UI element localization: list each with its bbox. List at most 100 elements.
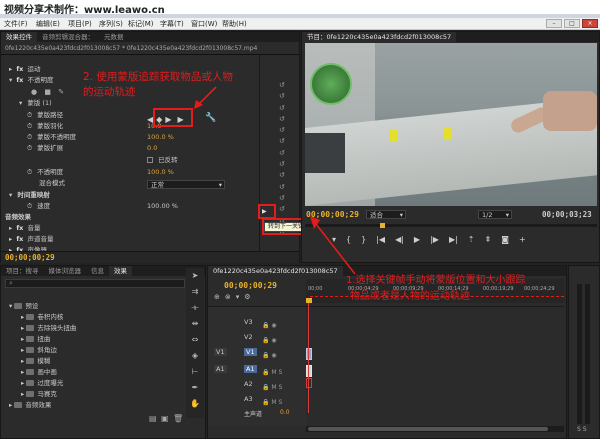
menu-project[interactable]: 项目(P)	[68, 19, 92, 29]
row-opacity-value[interactable]: ⏱ 不透明度	[27, 168, 63, 177]
stopwatch-icon[interactable]: ⏱	[27, 122, 32, 130]
stopwatch-icon[interactable]: ⏱	[27, 202, 32, 210]
tab-audio-clip-mixer[interactable]: 音频剪辑混合器：	[37, 32, 99, 42]
snap-icon[interactable]: ⊕	[214, 293, 220, 301]
reset-icon[interactable]: ↺	[279, 103, 289, 114]
minimize-button[interactable]: –	[546, 19, 562, 28]
tab-program[interactable]: 节目：0fe1220c435e0a423fdcd2f013008c57	[302, 32, 457, 42]
menu-sequence[interactable]: 序列(S)	[99, 19, 123, 29]
row-channel-volume[interactable]: ▸ fx 声道音量	[9, 235, 53, 244]
audio-clip[interactable]	[306, 365, 312, 377]
value-mask-opacity[interactable]: 100.0 %	[147, 133, 174, 142]
stopwatch-icon[interactable]: ⏱	[27, 111, 32, 119]
lock-eye-icons[interactable]: 🔒 ◉	[262, 318, 277, 333]
reset-icon[interactable]: ↺	[279, 159, 289, 170]
tab-effects[interactable]: 效果	[109, 266, 132, 276]
linked-selection-icon[interactable]: ⊗	[225, 293, 231, 301]
row-speed[interactable]: ⏱ 速度	[27, 202, 50, 211]
hand-tool-icon[interactable]: ✋	[189, 398, 201, 410]
fit-select[interactable]: 适合 ▾	[366, 210, 406, 219]
row-mask[interactable]: ▾ 蒙版 (1)	[19, 99, 52, 108]
lock-eye-icons[interactable]: 🔒 ◉	[262, 333, 277, 348]
menu-window[interactable]: 窗口(W)	[191, 19, 217, 29]
settings-icon[interactable]: ⚙	[244, 293, 250, 301]
monitor-playhead[interactable]	[380, 223, 385, 228]
folder-overexposure[interactable]: ▸ 过度曝光	[21, 377, 63, 387]
rolling-edit-tool-icon[interactable]: ⇹	[189, 318, 201, 330]
menu-marker[interactable]: 标记(M)	[128, 19, 154, 29]
folder-blur[interactable]: ▸ 模糊	[21, 355, 50, 365]
reset-icon[interactable]: ↺	[279, 204, 289, 215]
value-expand[interactable]: 0.0	[147, 144, 157, 153]
row-inverted[interactable]: 已反转	[147, 156, 178, 165]
menu-file[interactable]: 文件(F)	[4, 19, 28, 29]
stopwatch-icon[interactable]: ⏱	[27, 168, 32, 176]
step-forward-icon[interactable]: |▶	[430, 235, 439, 244]
export-frame-icon[interactable]: ◙	[501, 235, 509, 244]
video-clip[interactable]	[306, 348, 312, 360]
lock-eye-icons[interactable]: 🔒 ◉	[262, 348, 277, 363]
menu-title[interactable]: 字幕(T)	[160, 19, 184, 29]
master-track-value[interactable]: 0.0	[280, 409, 290, 416]
step-back-icon[interactable]: ◀|	[395, 235, 404, 244]
ellipse-mask-icon[interactable]: ●	[31, 88, 37, 96]
razor-tool-icon[interactable]: ◈	[189, 350, 201, 362]
reset-icon[interactable]: ↺	[279, 170, 289, 181]
add-marker-icon[interactable]: ▾	[236, 293, 240, 301]
reset-icon[interactable]: ↺	[279, 80, 289, 91]
source-a1-label[interactable]: A1	[214, 365, 227, 373]
track-v3-label[interactable]: V3	[244, 318, 253, 326]
row-mask-expand[interactable]: ⏱ 蒙版扩展	[27, 144, 63, 153]
rect-mask-icon[interactable]: ■	[44, 88, 51, 96]
track-select-tool-icon[interactable]: ⇉	[189, 286, 201, 298]
timeline-timecode[interactable]: 00;00;00;29	[224, 281, 277, 290]
rate-stretch-tool-icon[interactable]: ⇔	[189, 334, 201, 346]
menu-edit[interactable]: 编辑(E)	[36, 19, 60, 29]
audio-clip-selected[interactable]	[306, 378, 312, 388]
row-motion[interactable]: ▸ fx 运动	[9, 65, 40, 74]
stopwatch-icon[interactable]: ⏱	[27, 144, 32, 152]
timeline-scroll-thumb[interactable]	[308, 427, 548, 431]
slip-tool-icon[interactable]: ⊢	[189, 366, 201, 378]
effect-controls-timecode[interactable]: 00;00;00;29	[5, 253, 55, 262]
blend-mode-select[interactable]: 正常 ▾	[147, 180, 225, 189]
reset-icon[interactable]: ↺	[279, 136, 289, 147]
lock-mute-solo-icons[interactable]: 🔒 M S	[262, 365, 282, 380]
folder-convolution[interactable]: ▸ 卷积内核	[21, 311, 63, 321]
folder-lens-distortion[interactable]: ▸ 去除镜头扭曲	[21, 322, 76, 332]
new-bin-icon[interactable]: ▤	[149, 414, 157, 423]
resolution-select[interactable]: 1/2 ▾	[478, 210, 512, 219]
stopwatch-icon[interactable]: ⏱	[27, 133, 32, 141]
trash-icon[interactable]: 🗑	[173, 414, 183, 423]
menu-help[interactable]: 帮助(H)	[222, 19, 247, 29]
tab-info[interactable]: 信息	[86, 266, 109, 276]
go-to-in-icon[interactable]: |◀	[376, 235, 385, 244]
tab-media-browser[interactable]: 媒体浏览器	[44, 266, 87, 276]
lift-icon[interactable]: ⇡	[468, 235, 475, 244]
reset-icon[interactable]: ↺	[279, 91, 289, 102]
checkbox[interactable]	[147, 157, 153, 163]
folder-distort[interactable]: ▸ 扭曲	[21, 333, 50, 343]
track-a2-label[interactable]: A2	[244, 380, 253, 388]
reset-icon[interactable]: ↺	[279, 114, 289, 125]
pen-mask-icon[interactable]: ✎	[58, 88, 64, 96]
folder-bevel[interactable]: ▸ 斜角边	[21, 344, 57, 354]
maximize-button[interactable]: □	[564, 19, 580, 28]
tab-effect-controls[interactable]: 效果控件	[1, 32, 37, 42]
folder-pip[interactable]: ▸ 画中画	[21, 366, 57, 376]
track-a1-label[interactable]: A1	[244, 365, 257, 373]
ripple-edit-tool-icon[interactable]: ⟛	[189, 302, 201, 314]
track-v2-label[interactable]: V2	[244, 333, 253, 341]
extract-icon[interactable]: ⇞	[485, 235, 492, 244]
folder-presets[interactable]: ▾ 预设	[9, 300, 38, 310]
play-icon[interactable]: ▶	[414, 235, 420, 244]
reset-icon[interactable]: ↺	[279, 148, 289, 159]
tab-project[interactable]: 项目：搜寻	[1, 266, 44, 276]
row-mask-path[interactable]: ⏱ 蒙版路径	[27, 111, 63, 120]
selection-tool-icon[interactable]: ➤	[189, 270, 201, 282]
folder-mosaic[interactable]: ▸ 马赛克	[21, 388, 57, 398]
folder-audio-effects[interactable]: ▸ 音频效果	[9, 399, 51, 409]
solo-button[interactable]: S S	[577, 426, 587, 433]
track-v1-label[interactable]: V1	[244, 348, 257, 356]
lock-mute-solo-icons[interactable]: 🔒 M S	[262, 380, 282, 395]
